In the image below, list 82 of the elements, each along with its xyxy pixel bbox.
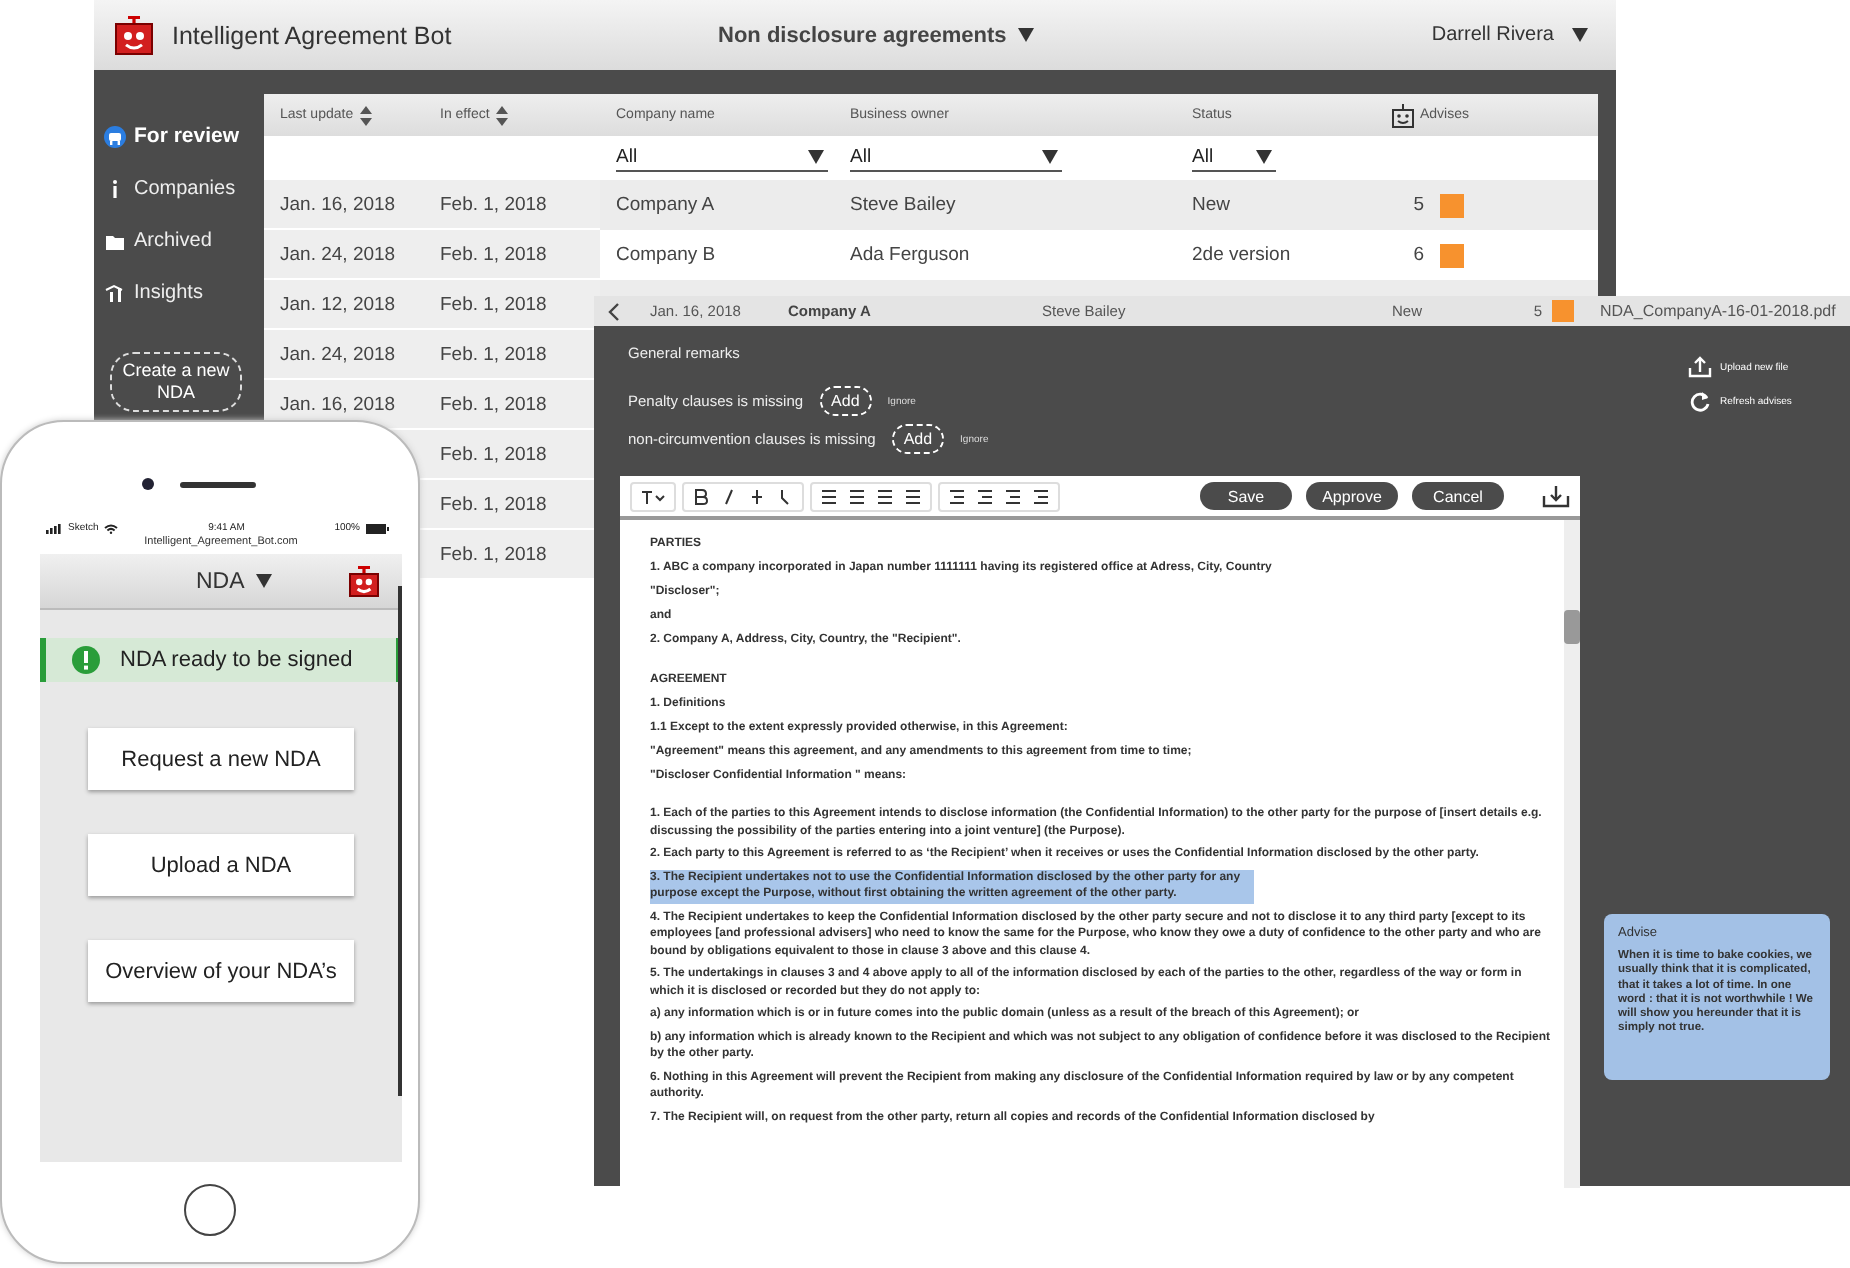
create-nda-button[interactable]: Create a new NDA	[110, 352, 242, 412]
table-cell: Feb. 1, 2018	[424, 530, 600, 580]
table-cell: New	[1176, 180, 1376, 230]
robot-icon	[1392, 103, 1414, 127]
strikethrough-icon[interactable]	[748, 487, 766, 505]
editor-button[interactable]: Save	[1200, 482, 1292, 510]
font-size-icon[interactable]	[640, 487, 666, 505]
align-right-icon[interactable]	[876, 487, 894, 505]
advise-marker	[1440, 193, 1464, 217]
italic-icon[interactable]	[720, 487, 738, 505]
caret-icon	[256, 574, 273, 588]
add-button[interactable]: Add	[891, 424, 945, 454]
filter-dropdown[interactable]: All	[1192, 144, 1276, 172]
advise-marker	[1552, 300, 1574, 322]
battery-icon	[365, 523, 390, 533]
filter-dropdown[interactable]: All	[850, 144, 1062, 172]
back-icon[interactable]	[608, 301, 620, 321]
table-cell: Feb. 1, 2018	[424, 280, 600, 330]
scrollbar-thumb[interactable]	[1564, 610, 1580, 644]
editor-button[interactable]: Approve	[1306, 482, 1398, 510]
table-cell: Feb. 1, 2018	[424, 330, 600, 380]
outdent-icon[interactable]	[976, 487, 994, 505]
banner-text: NDA ready to be signed	[120, 648, 353, 672]
caret-icon	[808, 150, 824, 164]
app-title: Intelligent Agreement Bot	[172, 21, 452, 49]
chart-icon	[104, 281, 126, 303]
table-cell: Feb. 1, 2018	[424, 230, 600, 280]
table-cell: Jan. 16, 2018	[264, 180, 424, 230]
sidebar-item[interactable]: Companies	[94, 162, 236, 214]
caret-icon	[1572, 28, 1588, 42]
table-cell: Feb. 1, 2018	[424, 380, 600, 430]
justify-icon[interactable]	[904, 487, 922, 505]
advise-marker	[1440, 243, 1464, 267]
signal-icon	[46, 523, 62, 533]
wifi-icon	[104, 523, 119, 533]
align-center-icon[interactable]	[848, 487, 866, 505]
menu-button[interactable]: Overview of your NDA’s	[88, 940, 354, 1002]
download-icon[interactable]	[1542, 484, 1570, 508]
advise-count: 5	[1411, 194, 1424, 216]
table-cell: 2de version	[1176, 230, 1376, 280]
advise-count: 6	[1411, 244, 1424, 266]
nav-dropdown[interactable]: NDA	[196, 569, 273, 593]
indent-icon[interactable]	[948, 487, 966, 505]
robot-icon	[104, 125, 126, 147]
table-cell: Feb. 1, 2018	[424, 430, 600, 480]
table-cell: Jan. 12, 2018	[264, 280, 424, 330]
link-icon[interactable]	[776, 487, 794, 505]
robot-icon	[114, 15, 154, 55]
caret-icon	[1042, 150, 1058, 164]
scrollbar-thumb[interactable]	[398, 586, 402, 1096]
home-button[interactable]	[184, 1184, 236, 1236]
paragraph-icon[interactable]	[1032, 487, 1050, 505]
table-cell: Company B	[600, 230, 834, 280]
refresh-icon	[1688, 390, 1712, 412]
sidebar-item[interactable]: Insights	[94, 266, 203, 318]
menu-button[interactable]: Request a new NDA	[88, 728, 354, 790]
section-dropdown[interactable]: Non disclosure agreements	[718, 23, 1035, 47]
robot-icon[interactable]	[348, 565, 380, 597]
menu-button[interactable]: Upload a NDA	[88, 834, 354, 896]
table-cell: Jan. 24, 2018	[264, 230, 424, 280]
table-cell: Jan. 24, 2018	[264, 330, 424, 380]
table-cell: Feb. 1, 2018	[424, 480, 600, 530]
alert-icon	[72, 646, 100, 674]
sidebar-item[interactable]: Archived	[94, 214, 212, 266]
list-icon[interactable]	[1004, 487, 1022, 505]
caret-icon	[1018, 28, 1035, 42]
upload-icon	[1688, 356, 1712, 378]
sidebar-item[interactable]: For review	[94, 110, 240, 162]
bold-icon[interactable]	[692, 487, 710, 505]
filter-dropdown[interactable]: All	[616, 144, 828, 172]
camera-dot	[142, 478, 154, 490]
table-cell: Steve Bailey	[834, 180, 1176, 230]
align-left-icon[interactable]	[820, 487, 838, 505]
file-name: NDA_CompanyA-16-01-2018.pdf	[1600, 302, 1838, 320]
add-button[interactable]: Add	[819, 386, 872, 416]
speaker-grille	[180, 482, 256, 488]
table-cell: Feb. 1, 2018	[424, 180, 600, 230]
table-cell: Company A	[600, 180, 834, 230]
editor-button[interactable]: Cancel	[1412, 482, 1504, 510]
table-cell: Ada Ferguson	[834, 230, 1176, 280]
user-menu[interactable]: Darrell Rivera	[1431, 24, 1588, 46]
caret-icon	[1256, 150, 1272, 164]
